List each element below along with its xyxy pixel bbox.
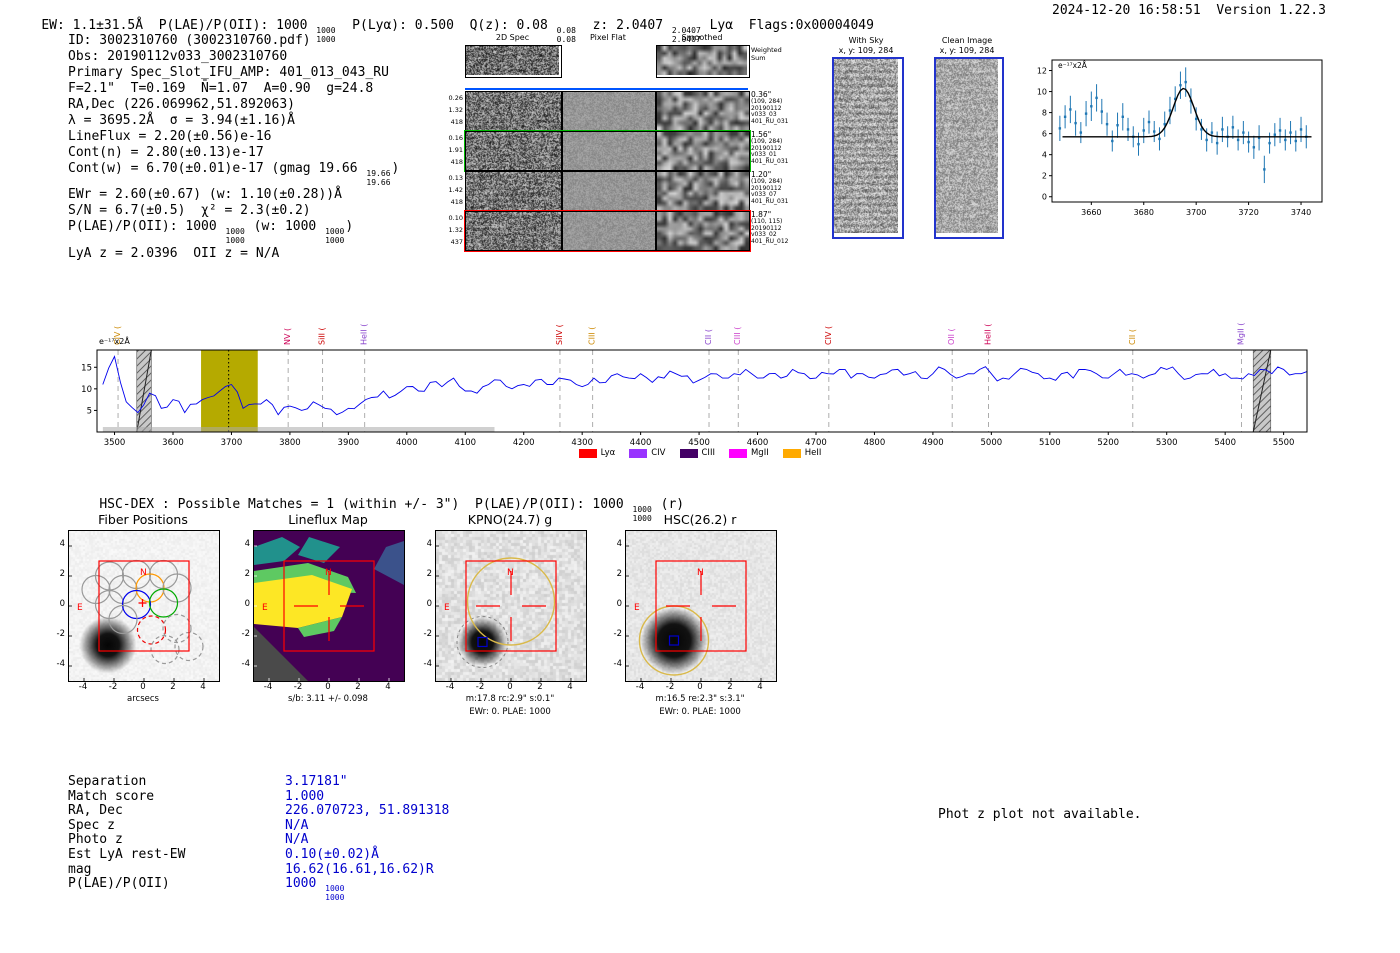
match-table: Separation 3.17181" Match score 1.000 RA, De… (0, 0, 1400, 953)
match-row-value: 1.000 (285, 789, 324, 804)
match-row-value: N/A (285, 818, 308, 833)
match-row-label: Match score (68, 789, 154, 804)
match-row-value: 3.17181" (285, 774, 348, 789)
match-row-label: Photo z (68, 832, 123, 847)
match-row-value: 16.62(16.61,16.62)R (285, 862, 434, 877)
match-row-label: Spec z (68, 818, 115, 833)
match-row-label: Separation (68, 774, 146, 789)
match-value-text: 1000 (285, 876, 324, 891)
match-row-label: RA, Dec (68, 803, 123, 818)
match-row-value: 1000 10001000 (285, 876, 345, 902)
match-row-value: 0.10(±0.02)Å (285, 847, 379, 862)
match-row-label: Est LyA rest-EW (68, 847, 185, 862)
photz-note: Phot z plot not available. (938, 807, 1142, 822)
match-row-label: P(LAE)/P(OII) (68, 876, 170, 891)
match-row-label: mag (68, 862, 91, 877)
fraction: 10001000 (325, 885, 344, 902)
elixer-report-page: EW: 1.1±31.5Å P(LAE)/P(OII): 1000 100010… (0, 0, 1400, 953)
match-row-value: N/A (285, 832, 308, 847)
match-row-value: 226.070723, 51.891318 (285, 803, 449, 818)
